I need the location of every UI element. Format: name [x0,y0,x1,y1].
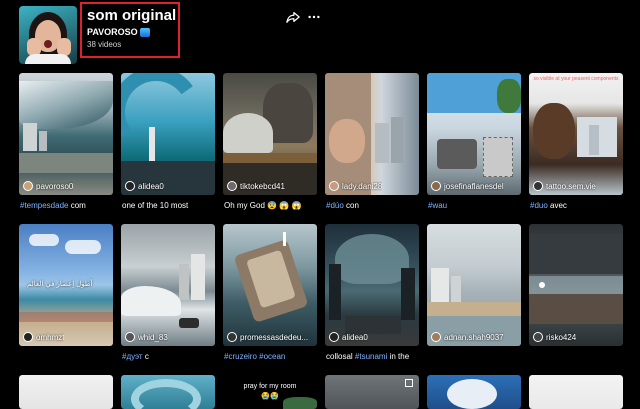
video-caption[interactable]: Oh my God 😨 😱 😱 [224,201,301,210]
video-thumbnail[interactable] [19,375,113,409]
video-author[interactable]: alidea0 [125,181,164,191]
video-tile[interactable]: pray for my room 😭😭 [223,375,317,409]
video-author[interactable]: risko424 [533,332,576,342]
video-thumbnail[interactable]: pray for my room 😭😭 [223,375,317,409]
video-caption[interactable]: #dúo con [326,201,359,210]
video-thumbnail[interactable]: risko424 [529,224,623,346]
sound-author[interactable]: PAVOROSO [87,27,150,37]
video-thumbnail[interactable]: whid_83 [121,224,215,346]
video-tile[interactable]: whid_83 #дуэт с [121,224,215,374]
video-author[interactable]: lady.dani28 [329,181,382,191]
video-thumbnail[interactable]: lady.dani28 [325,73,419,195]
video-caption[interactable]: #cruzeiro #ocean [224,352,285,361]
user-avatar [227,181,237,191]
video-thumbnail[interactable] [427,375,521,409]
more-dots-icon[interactable] [307,10,321,24]
video-tile[interactable]: so visible at your peasent components ta… [529,73,623,223]
user-avatar [125,181,135,191]
video-author[interactable]: pavoroso0 [23,181,73,191]
user-avatar [431,181,441,191]
video-author[interactable]: whid_83 [125,332,168,342]
sound-title: som original [87,7,177,24]
user-avatar [227,332,237,342]
video-thumbnail[interactable]: tiktokebcd41 [223,73,317,195]
wave-emoji-icon [139,27,150,37]
video-thumbnail[interactable] [325,375,419,409]
user-avatar [329,181,339,191]
video-tile[interactable]: pavoroso0 #tempesdade com [19,73,113,223]
user-avatar [533,332,543,342]
user-avatar [431,332,441,342]
video-tile[interactable]: tiktokebcd41 Oh my God 😨 😱 😱 [223,73,317,223]
video-tile[interactable]: alidea0 one of the 10 most [121,73,215,223]
video-thumbnail[interactable]: josefinaflanesdel [427,73,521,195]
video-thumbnail[interactable]: alidea0 [121,73,215,195]
video-thumbnail[interactable]: alidea0 [325,224,419,346]
video-tile[interactable] [529,375,623,409]
video-author[interactable]: promessasdedeu... [227,332,308,342]
user-avatar [533,181,543,191]
video-tile[interactable] [325,375,419,409]
video-overlay-text: so visible at your peasent components [533,76,619,82]
video-caption[interactable]: collosal #tsunami in the [326,352,409,361]
video-author[interactable]: tattoo.sem.vie [533,181,596,191]
video-thumbnail[interactable] [121,375,215,409]
video-author[interactable]: omhmzt [23,332,64,342]
video-overlay-text: أطول إعصار في العالم [27,281,93,288]
video-caption[interactable]: one of the 10 most [122,201,188,210]
video-thumbnail[interactable]: promessasdedeu... [223,224,317,346]
video-thumbnail[interactable]: adnan.shah9037 [427,224,521,346]
video-thumbnail[interactable]: أطول إعصار في العالم omhmzt [19,224,113,346]
video-caption[interactable]: #wau [428,201,447,210]
video-tile[interactable]: adnan.shah9037 [427,224,521,374]
video-thumbnail[interactable] [529,375,623,409]
share-icon[interactable] [286,10,300,24]
video-tile[interactable]: promessasdedeu... #cruzeiro #ocean [223,224,317,374]
user-avatar [329,332,339,342]
video-author[interactable]: tiktokebcd41 [227,181,285,191]
video-tile[interactable] [19,375,113,409]
video-author[interactable]: adnan.shah9037 [431,332,504,342]
video-author[interactable]: josefinaflanesdel [431,181,504,191]
user-avatar [23,332,33,342]
video-thumbnail[interactable]: pavoroso0 [19,73,113,195]
video-caption[interactable]: #tempesdade com [20,201,86,210]
sound-header: som original PAVOROSO 38 videos [0,0,640,66]
video-count: 38 videos [87,40,122,49]
tiktok-icon [539,282,545,288]
video-tile[interactable] [121,375,215,409]
user-avatar [23,181,33,191]
sound-avatar[interactable] [19,6,77,64]
user-avatar [125,332,135,342]
video-caption[interactable]: #дуэт с [122,352,149,361]
video-tile[interactable]: lady.dani28 #dúo con [325,73,419,223]
video-thumbnail[interactable]: so visible at your peasent components ta… [529,73,623,195]
author-name: PAVOROSO [87,27,138,37]
video-tile[interactable]: أطول إعصار في العالم omhmzt [19,224,113,374]
video-tile[interactable]: risko424 [529,224,623,374]
expand-icon [405,379,413,387]
video-tile[interactable]: josefinaflanesdel #wau [427,73,521,223]
video-tile[interactable] [427,375,521,409]
video-caption[interactable]: #duo avec [530,201,567,210]
video-author[interactable]: alidea0 [329,332,368,342]
video-overlay-text: pray for my room [243,383,297,390]
video-tile[interactable]: alidea0 collosal #tsunami in the [325,224,419,374]
